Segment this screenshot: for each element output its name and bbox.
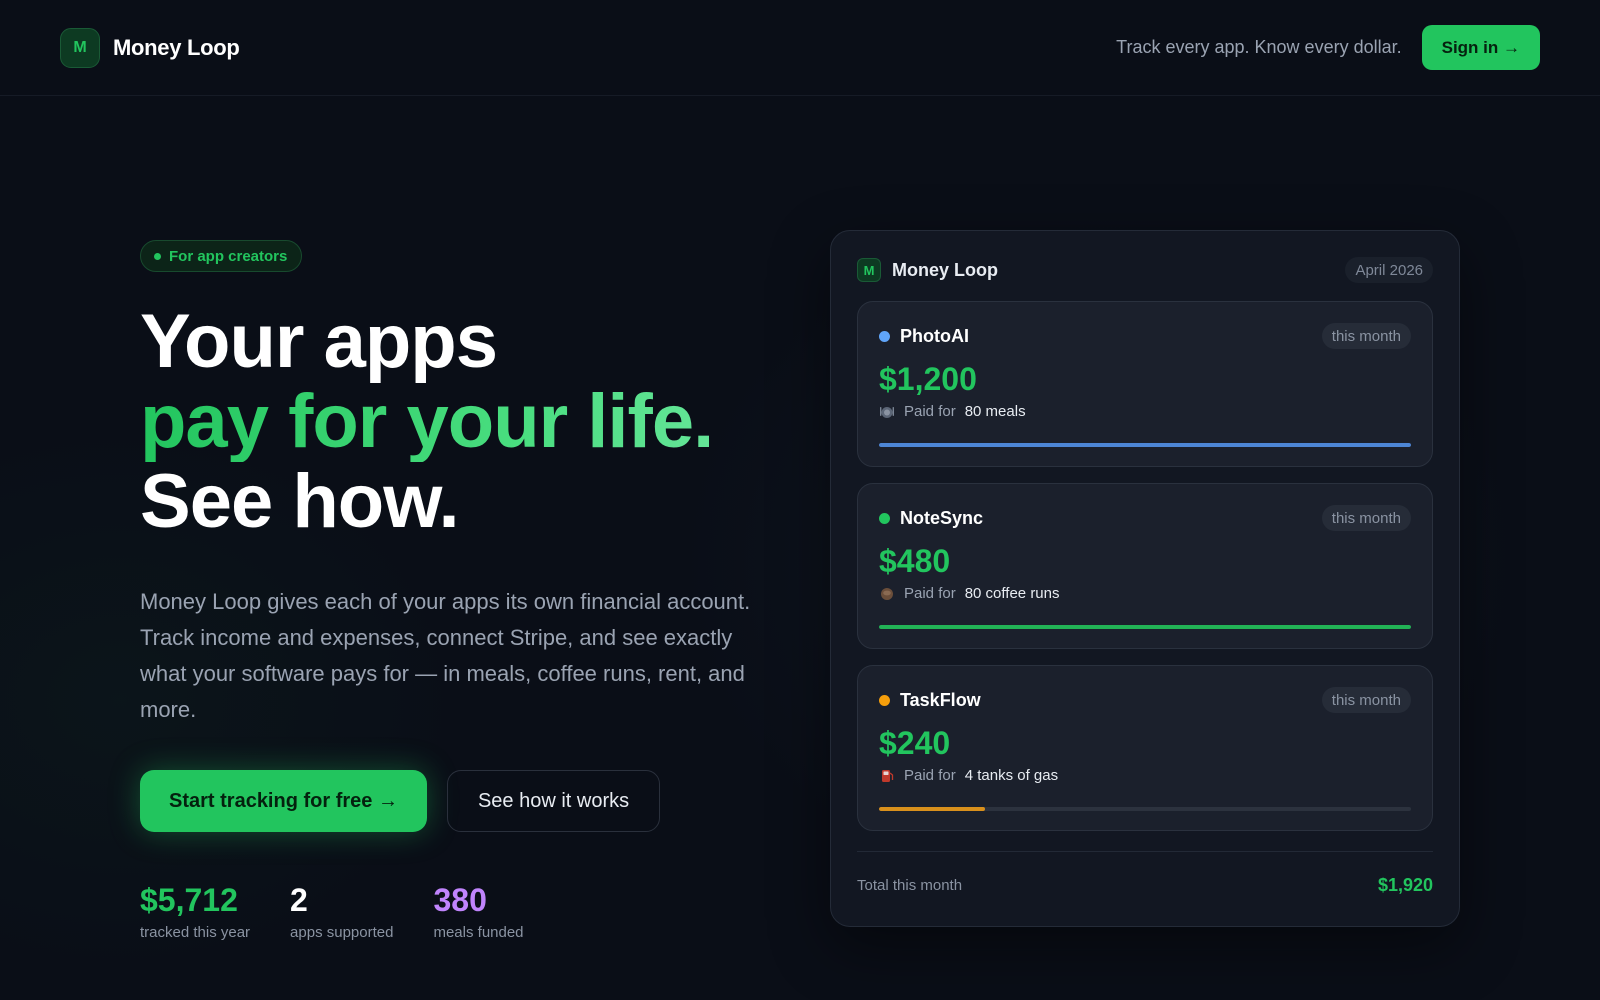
progress-fill — [879, 807, 986, 811]
pill-dot-icon — [154, 252, 161, 260]
start-tracking-button[interactable]: Start tracking for free → — [140, 770, 427, 832]
preview-panel: M Money Loop April 2026 PhotoAI this mon… — [830, 230, 1460, 927]
progress-fill — [879, 443, 1411, 447]
brand-logo: M — [60, 27, 100, 68]
hero-description: Money Loop gives each of your apps its o… — [140, 589, 751, 722]
total-value: $1,920 — [1377, 874, 1433, 895]
app-amount: $480 — [879, 543, 951, 579]
cta-row: Start tracking for free → See how it wor… — [140, 770, 780, 832]
plate-icon — [880, 406, 894, 418]
paid-value: 4 tanks of gas — [964, 767, 1059, 784]
app-name-wrap: NoteSync — [879, 508, 983, 529]
header-right: Track every app. Know every dollar. Sign… — [1116, 25, 1540, 70]
app-amount: $1,200 — [879, 361, 977, 397]
period-badge: this month — [1321, 687, 1411, 713]
app-name: TaskFlow — [900, 689, 981, 710]
stat-apps: 2 apps supported — [290, 882, 393, 941]
headline-line-1: Your apps — [140, 299, 498, 384]
progress-track — [879, 625, 1411, 629]
app-name-wrap: TaskFlow — [879, 690, 981, 711]
paid-prefix: Paid for — [904, 585, 956, 602]
paid-value: 80 coffee runs — [964, 585, 1060, 602]
period-badge: this month — [1321, 323, 1411, 349]
paid-for-line: Paid for 80 coffee runs — [879, 585, 1411, 602]
panel-brand: M Money Loop — [857, 258, 998, 282]
sign-in-button[interactable]: Sign in → — [1421, 25, 1540, 70]
app-name: NoteSync — [900, 507, 984, 528]
brand[interactable]: M Money Loop — [60, 27, 240, 68]
headline-line-3: See how. — [140, 459, 460, 544]
app-card-header: PhotoAI this month — [879, 322, 1411, 350]
app-name: PhotoAI — [900, 325, 969, 346]
month-badge: April 2026 — [1345, 257, 1433, 283]
header-tagline: Track every app. Know every dollar. — [1116, 37, 1402, 57]
fuel-icon — [882, 769, 894, 782]
app-amount: $240 — [879, 725, 951, 761]
app-status-dot-icon — [879, 330, 890, 342]
hero-headline: Your apps pay for your life. See how. — [140, 302, 780, 542]
app-card-header: TaskFlow this month — [879, 686, 1411, 714]
paid-for-line: Paid for 4 tanks of gas — [879, 767, 1411, 784]
paid-prefix: Paid for — [904, 403, 956, 420]
stat-tracked: $5,712 tracked this year — [140, 882, 250, 941]
progress-track — [879, 443, 1411, 447]
panel-header: M Money Loop April 2026 — [857, 255, 1433, 285]
paid-value: 80 meals — [964, 403, 1026, 420]
site-header: M Money Loop Track every app. Know every… — [0, 0, 1600, 96]
total-label: Total this month — [857, 876, 963, 894]
app-card-header: NoteSync this month — [879, 504, 1411, 532]
stat-label: apps supported — [290, 924, 394, 941]
stat-value: 380 — [433, 882, 487, 918]
hero-section: For app creators Your apps pay for your … — [140, 240, 780, 941]
app-card-photoai[interactable]: PhotoAI this month $1,200 Paid for 80 me… — [857, 301, 1433, 467]
paid-prefix: Paid for — [904, 767, 956, 784]
progress-fill — [879, 625, 1411, 629]
stat-value: 2 — [290, 882, 308, 918]
app-status-dot-icon — [879, 512, 890, 524]
stat-value: $5,712 — [140, 882, 238, 918]
panel-title: Money Loop — [892, 259, 998, 280]
pill-label: For app creators — [169, 247, 288, 265]
app-name-wrap: PhotoAI — [879, 326, 969, 347]
hero-stats: $5,712 tracked this year 2 apps supporte… — [140, 882, 780, 941]
brand-name: Money Loop — [113, 34, 240, 60]
progress-track — [879, 807, 1411, 811]
stat-label: tracked this year — [140, 924, 251, 941]
app-status-dot-icon — [879, 694, 890, 706]
see-how-it-works-button[interactable]: See how it works — [446, 770, 661, 832]
stat-meals: 380 meals funded — [433, 882, 523, 941]
app-card-taskflow[interactable]: TaskFlow this month $240 Paid for 4 tank… — [857, 665, 1433, 831]
app-card-notesync[interactable]: NoteSync this month $480 Paid for 80 cof… — [857, 483, 1433, 649]
total-row: Total this month $1,920 — [857, 852, 1433, 918]
period-badge: this month — [1321, 505, 1411, 531]
coffee-icon — [881, 587, 893, 600]
stat-label: meals funded — [433, 924, 524, 941]
paid-for-line: Paid for 80 meals — [879, 403, 1411, 420]
panel-logo: M — [857, 258, 881, 282]
audience-pill: For app creators — [140, 240, 303, 272]
headline-line-2: pay for your life. — [140, 382, 780, 462]
